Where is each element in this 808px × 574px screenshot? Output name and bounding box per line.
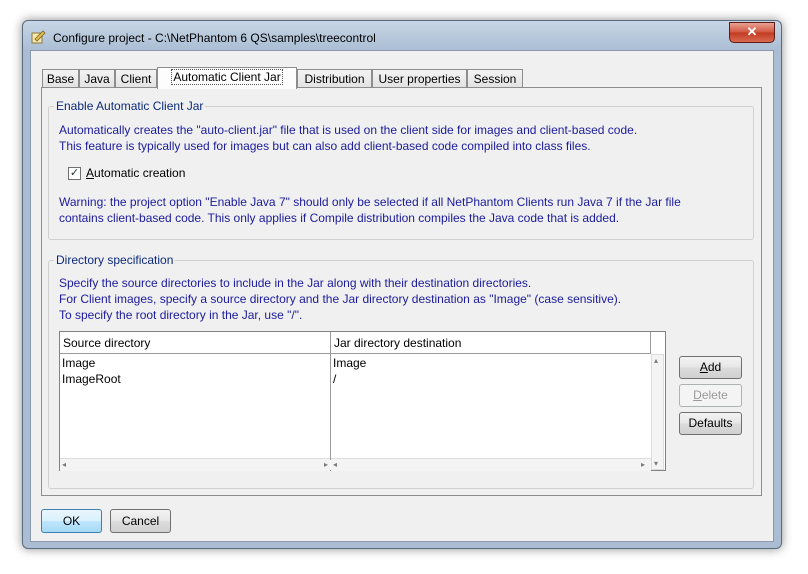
tab-base[interactable]: Base bbox=[42, 69, 79, 87]
dialog-client-area: Base Java Client Automatic Client Jar Di… bbox=[30, 50, 774, 542]
description-line: This feature is typically used for image… bbox=[59, 139, 591, 153]
directory-specification-group: Directory specification Specify the sour… bbox=[48, 253, 754, 489]
mnemonic-letter: A bbox=[86, 166, 95, 180]
app-icon bbox=[31, 30, 46, 44]
label-text: utomatic creation bbox=[94, 166, 186, 180]
column-divider bbox=[330, 354, 331, 460]
tab-label: Session bbox=[473, 72, 517, 86]
delete-button[interactable]: Delete bbox=[679, 384, 742, 407]
directory-table[interactable]: Source directory Jar directory destinati… bbox=[59, 331, 666, 471]
tab-label: Java bbox=[84, 72, 110, 86]
tab-label: Automatic Client Jar bbox=[171, 69, 283, 85]
column-header-source[interactable]: Source directory bbox=[60, 332, 331, 354]
scroll-right-icon[interactable]: ▸ bbox=[641, 460, 645, 469]
table-cell-source[interactable]: ImageRoot bbox=[62, 371, 121, 387]
table-cell-destination[interactable]: Image bbox=[333, 355, 366, 371]
tab-label: Distribution bbox=[304, 72, 365, 86]
table-cell-destination[interactable]: / bbox=[333, 371, 336, 387]
mnemonic-letter: D bbox=[693, 388, 702, 402]
scroll-left-icon[interactable]: ◂ bbox=[333, 460, 337, 469]
automatic-creation-label[interactable]: Automatic creation bbox=[86, 166, 185, 180]
cancel-button[interactable]: Cancel bbox=[110, 509, 171, 533]
description-line: Automatically creates the "auto-client.j… bbox=[59, 123, 638, 137]
group-legend: Directory specification bbox=[54, 253, 176, 267]
tab-java[interactable]: Java bbox=[79, 69, 115, 87]
button-label: dd bbox=[707, 360, 722, 374]
enable-automatic-client-jar-group: Enable Automatic Client Jar Automaticall… bbox=[48, 99, 754, 240]
scroll-left-icon[interactable]: ◂ bbox=[62, 460, 66, 469]
checkmark-icon: ✓ bbox=[69, 167, 80, 179]
mnemonic-letter: A bbox=[699, 360, 708, 374]
column-header-destination[interactable]: Jar directory destination bbox=[331, 332, 651, 354]
scroll-right-icon[interactable]: ▸ bbox=[324, 460, 328, 469]
add-button[interactable]: Add bbox=[679, 356, 742, 379]
tab-label: User properties bbox=[378, 72, 461, 86]
defaults-button[interactable]: Defaults bbox=[679, 412, 742, 435]
close-icon[interactable]: ✕ bbox=[729, 22, 775, 43]
window-title: Configure project - C:\NetPhantom 6 QS\s… bbox=[53, 31, 376, 45]
tab-label: Client bbox=[120, 72, 152, 86]
directory-help-line: Specify the source directories to includ… bbox=[59, 276, 532, 290]
group-legend: Enable Automatic Client Jar bbox=[54, 99, 206, 113]
tab-label: Base bbox=[46, 72, 75, 86]
tab-session[interactable]: Session bbox=[467, 69, 523, 87]
table-cell-source[interactable]: Image bbox=[62, 355, 95, 371]
automatic-creation-checkbox[interactable]: ✓ bbox=[68, 167, 81, 180]
horizontal-scrollbar[interactable]: ◂ ▸ bbox=[331, 458, 651, 471]
tab-automatic-client-jar[interactable]: Automatic Client Jar bbox=[157, 67, 297, 89]
configure-project-window: Configure project - C:\NetPhantom 6 QS\s… bbox=[22, 20, 782, 549]
directory-help-line: For Client images, specify a source dire… bbox=[59, 292, 622, 306]
ok-button[interactable]: OK bbox=[41, 509, 102, 533]
tab-client[interactable]: Client bbox=[115, 69, 157, 87]
tab-panel: Enable Automatic Client Jar Automaticall… bbox=[41, 87, 762, 496]
scroll-down-icon[interactable]: ▾ bbox=[654, 459, 658, 468]
tab-user-properties[interactable]: User properties bbox=[372, 69, 467, 87]
warning-line: contains client-based code. This only ap… bbox=[59, 211, 620, 225]
scroll-up-icon[interactable]: ▴ bbox=[654, 356, 658, 365]
directory-help-line: To specify the root directory in the Jar… bbox=[59, 308, 303, 322]
horizontal-scrollbar[interactable]: ◂ ▸ bbox=[60, 458, 330, 471]
title-bar[interactable]: Configure project - C:\NetPhantom 6 QS\s… bbox=[23, 21, 781, 51]
warning-line: Warning: the project option "Enable Java… bbox=[59, 195, 681, 209]
button-label: elete bbox=[701, 388, 728, 402]
tab-distribution[interactable]: Distribution bbox=[297, 69, 372, 87]
vertical-scrollbar[interactable]: ▴ ▾ bbox=[651, 354, 664, 470]
